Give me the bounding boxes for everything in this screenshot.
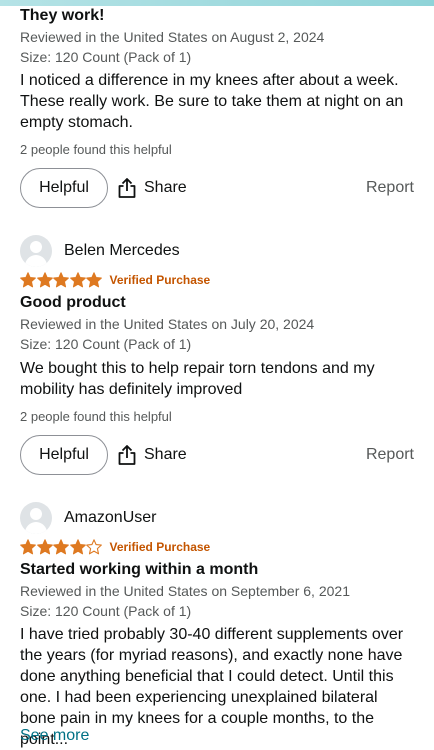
star-icon bbox=[36, 539, 53, 555]
star-icon bbox=[20, 539, 36, 555]
review-actions: Helpful Share Report bbox=[20, 168, 414, 210]
share-button[interactable]: Share bbox=[118, 168, 187, 208]
star-rating bbox=[20, 272, 103, 288]
review-title: They work! bbox=[20, 7, 105, 24]
star-icon bbox=[53, 272, 69, 288]
reviewer-profile[interactable]: Belen Mercedes bbox=[20, 235, 180, 267]
review-actions: Helpful Share Report bbox=[20, 435, 414, 477]
review-size: Size: 120 Count (Pack of 1) bbox=[20, 603, 192, 619]
see-more-link[interactable]: See more bbox=[20, 727, 89, 745]
helpful-count: 2 people found this helpful bbox=[20, 142, 172, 157]
review-title: Good product bbox=[20, 294, 126, 311]
star-icon bbox=[53, 539, 69, 555]
review-date: Reviewed in the United States on Septemb… bbox=[20, 583, 350, 599]
report-link[interactable]: Report bbox=[366, 435, 414, 475]
rating-row: Verified Purchase bbox=[20, 539, 210, 555]
reviewer-name: AmazonUser bbox=[64, 509, 157, 526]
star-icon bbox=[69, 272, 86, 288]
share-icon bbox=[118, 445, 136, 465]
review-text: I noticed a difference in my knees after… bbox=[20, 72, 404, 131]
star-icon bbox=[20, 272, 36, 288]
review-size: Size: 120 Count (Pack of 1) bbox=[20, 336, 192, 352]
review-text: We bought this to help repair torn tendo… bbox=[20, 360, 375, 398]
star-icon bbox=[36, 272, 53, 288]
review-date: Reviewed in the United States on July 20… bbox=[20, 316, 315, 332]
star-icon bbox=[69, 539, 86, 555]
star-icon bbox=[86, 539, 102, 555]
user-avatar-icon bbox=[20, 502, 52, 534]
star-rating bbox=[20, 539, 103, 555]
reviewer-profile[interactable]: AmazonUser bbox=[20, 502, 156, 534]
share-label: Share bbox=[144, 179, 187, 196]
share-button[interactable]: Share bbox=[118, 435, 187, 475]
report-link[interactable]: Report bbox=[366, 168, 414, 208]
top-accent-bar bbox=[0, 0, 434, 6]
verified-purchase-badge: Verified Purchase bbox=[109, 273, 211, 287]
helpful-button[interactable]: Helpful bbox=[20, 168, 108, 208]
rating-row: Verified Purchase bbox=[20, 272, 210, 288]
reviewer-name: Belen Mercedes bbox=[64, 242, 180, 259]
star-icon bbox=[86, 272, 102, 288]
helpful-button[interactable]: Helpful bbox=[20, 435, 108, 475]
helpful-count: 2 people found this helpful bbox=[20, 409, 172, 424]
share-label: Share bbox=[144, 446, 187, 463]
share-icon bbox=[118, 178, 136, 198]
review-title: Started working within a month bbox=[20, 561, 259, 578]
user-avatar-icon bbox=[20, 235, 52, 267]
review-size: Size: 120 Count (Pack of 1) bbox=[20, 49, 192, 65]
review-date: Reviewed in the United States on August … bbox=[20, 29, 325, 45]
verified-purchase-badge: Verified Purchase bbox=[109, 540, 211, 554]
